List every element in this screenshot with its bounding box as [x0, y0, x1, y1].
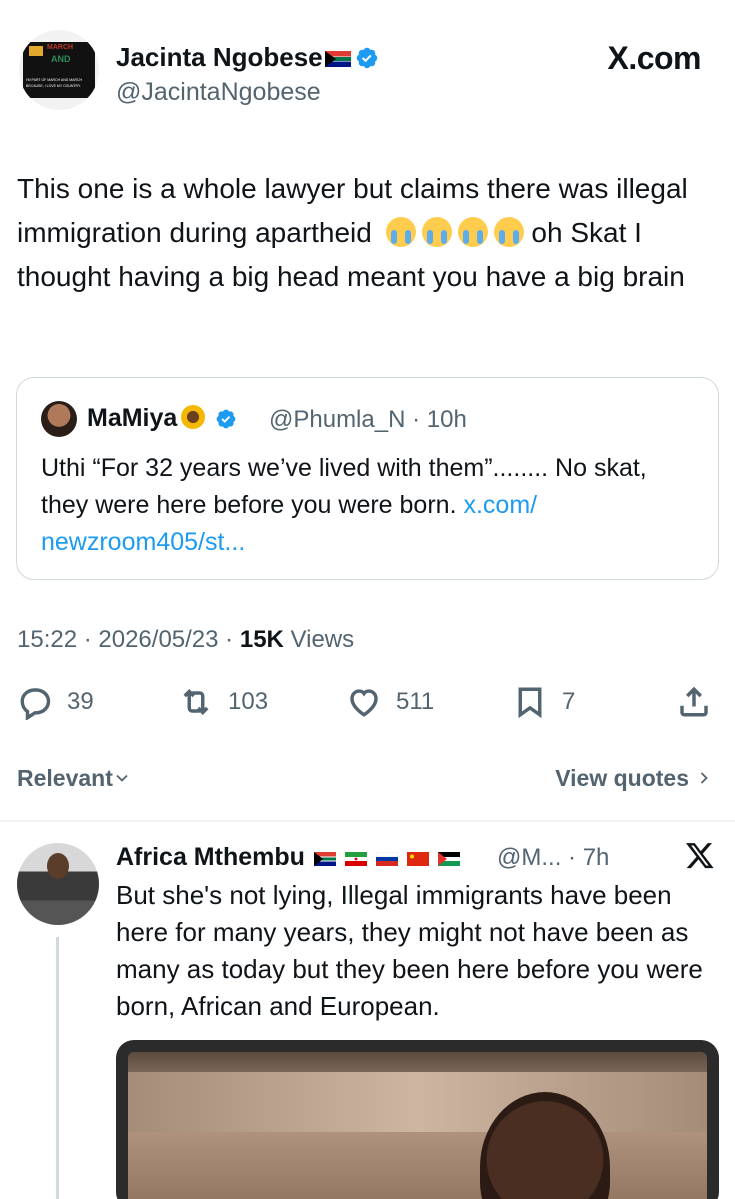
- tweet-header: MARCH AND I'M PART OF MARCH AND MARCH BE…: [0, 0, 735, 130]
- avatar-text-line2: BECAUSE, I LOVE MY COUNTRY.: [26, 84, 81, 88]
- quote-author-name[interactable]: MaMiya: [87, 404, 177, 432]
- bookmark-count: 7: [562, 688, 576, 715]
- media-frame: [128, 1052, 707, 1199]
- loudly-crying-face-icon: [385, 217, 416, 247]
- sort-relevant-label: Relevant: [17, 765, 113, 791]
- like-count: 511: [396, 688, 435, 715]
- avatar-flag: [29, 46, 43, 56]
- repost-icon: [183, 689, 209, 715]
- reply-author-name[interactable]: Africa Mthembu: [116, 843, 305, 871]
- tweet-text: This one is a whole lawyer but claims th…: [17, 167, 717, 299]
- chevron-right-icon: [700, 772, 708, 784]
- quote-handle-time[interactable]: @Phumla_N · 10h: [269, 406, 467, 434]
- iran-flag-icon: [344, 852, 367, 866]
- repost-button[interactable]: 103: [178, 680, 268, 724]
- divider: [0, 820, 735, 822]
- bookmark-icon: [518, 687, 542, 719]
- repost-count: 103: [228, 688, 269, 715]
- view-quotes-link[interactable]: View quotes: [555, 765, 711, 792]
- verified-badge-icon: [216, 409, 236, 429]
- chevron-down-icon: [116, 774, 128, 782]
- reply-button[interactable]: 39: [17, 680, 94, 724]
- thread-line: [56, 937, 59, 1199]
- loudly-crying-face-icon: [493, 217, 524, 247]
- views-label: Views: [283, 626, 355, 653]
- quote-text: Uthi “For 32 years we’ve lived with them…: [41, 450, 691, 561]
- palestine-flag-icon: [437, 852, 460, 866]
- avatar-text-middle: AND: [51, 54, 71, 64]
- sunflower-icon: [181, 405, 206, 429]
- tweet-timestamp-views: 15:22 · 2026/05/23 · 15K Views: [17, 626, 354, 654]
- reply-media-image[interactable]: [116, 1040, 719, 1199]
- author-handle[interactable]: @JacintaNgobese: [116, 78, 321, 107]
- reply-text: But she's not lying, Illegal immigrants …: [116, 880, 703, 1021]
- quoted-tweet[interactable]: MaMiya @Phumla_N · 10h Uthi “For 32 year…: [16, 377, 719, 580]
- reply-handle-time[interactable]: @M... · 7h: [497, 844, 609, 872]
- south-africa-flag-icon: [324, 51, 351, 67]
- tweet-timestamp[interactable]: 15:22 · 2026/05/23 ·: [17, 626, 240, 653]
- china-flag-icon: [406, 852, 429, 866]
- media-background: [128, 1072, 707, 1132]
- avatar-text-top: MARCH: [47, 44, 74, 51]
- like-button[interactable]: 511: [346, 680, 434, 724]
- loudly-crying-face-icon: [421, 217, 452, 247]
- view-quotes-label: View quotes: [555, 765, 689, 791]
- russia-flag-icon: [375, 852, 398, 866]
- heart-icon: [350, 689, 378, 717]
- author-name-row[interactable]: Jacinta Ngobese: [116, 42, 379, 73]
- quote-author-name-row[interactable]: MaMiya: [87, 404, 237, 433]
- sort-relevant-dropdown[interactable]: Relevant: [17, 765, 129, 792]
- reply-author-avatar[interactable]: [17, 843, 99, 925]
- quote-author-avatar[interactable]: [41, 401, 77, 437]
- avatar-text-line1: I'M PART OF MARCH AND MARCH: [26, 78, 83, 82]
- share-icon: [680, 686, 708, 717]
- avatar-badge: MARCH AND I'M PART OF MARCH AND MARCH BE…: [23, 42, 95, 98]
- reply-author-name-row[interactable]: Africa Mthembu: [116, 843, 460, 872]
- quote-text-body: Uthi “For 32 years we’ve lived with them…: [41, 454, 647, 519]
- reply-count: 39: [67, 688, 94, 715]
- x-logo-icon: [686, 843, 714, 869]
- verified-badge-icon[interactable]: [355, 46, 379, 70]
- author-name[interactable]: Jacinta Ngobese: [116, 42, 323, 72]
- loudly-crying-face-icon: [457, 217, 488, 247]
- south-africa-flag-icon: [313, 852, 336, 866]
- action-bar: 39 103 511 7: [0, 680, 735, 730]
- author-avatar[interactable]: MARCH AND I'M PART OF MARCH AND MARCH BE…: [19, 30, 99, 110]
- reply-icon: [20, 688, 51, 720]
- share-button[interactable]: [676, 680, 712, 724]
- views-count: 15K: [239, 626, 284, 653]
- site-label: X.com: [607, 40, 701, 76]
- bookmark-button[interactable]: 7: [512, 680, 575, 724]
